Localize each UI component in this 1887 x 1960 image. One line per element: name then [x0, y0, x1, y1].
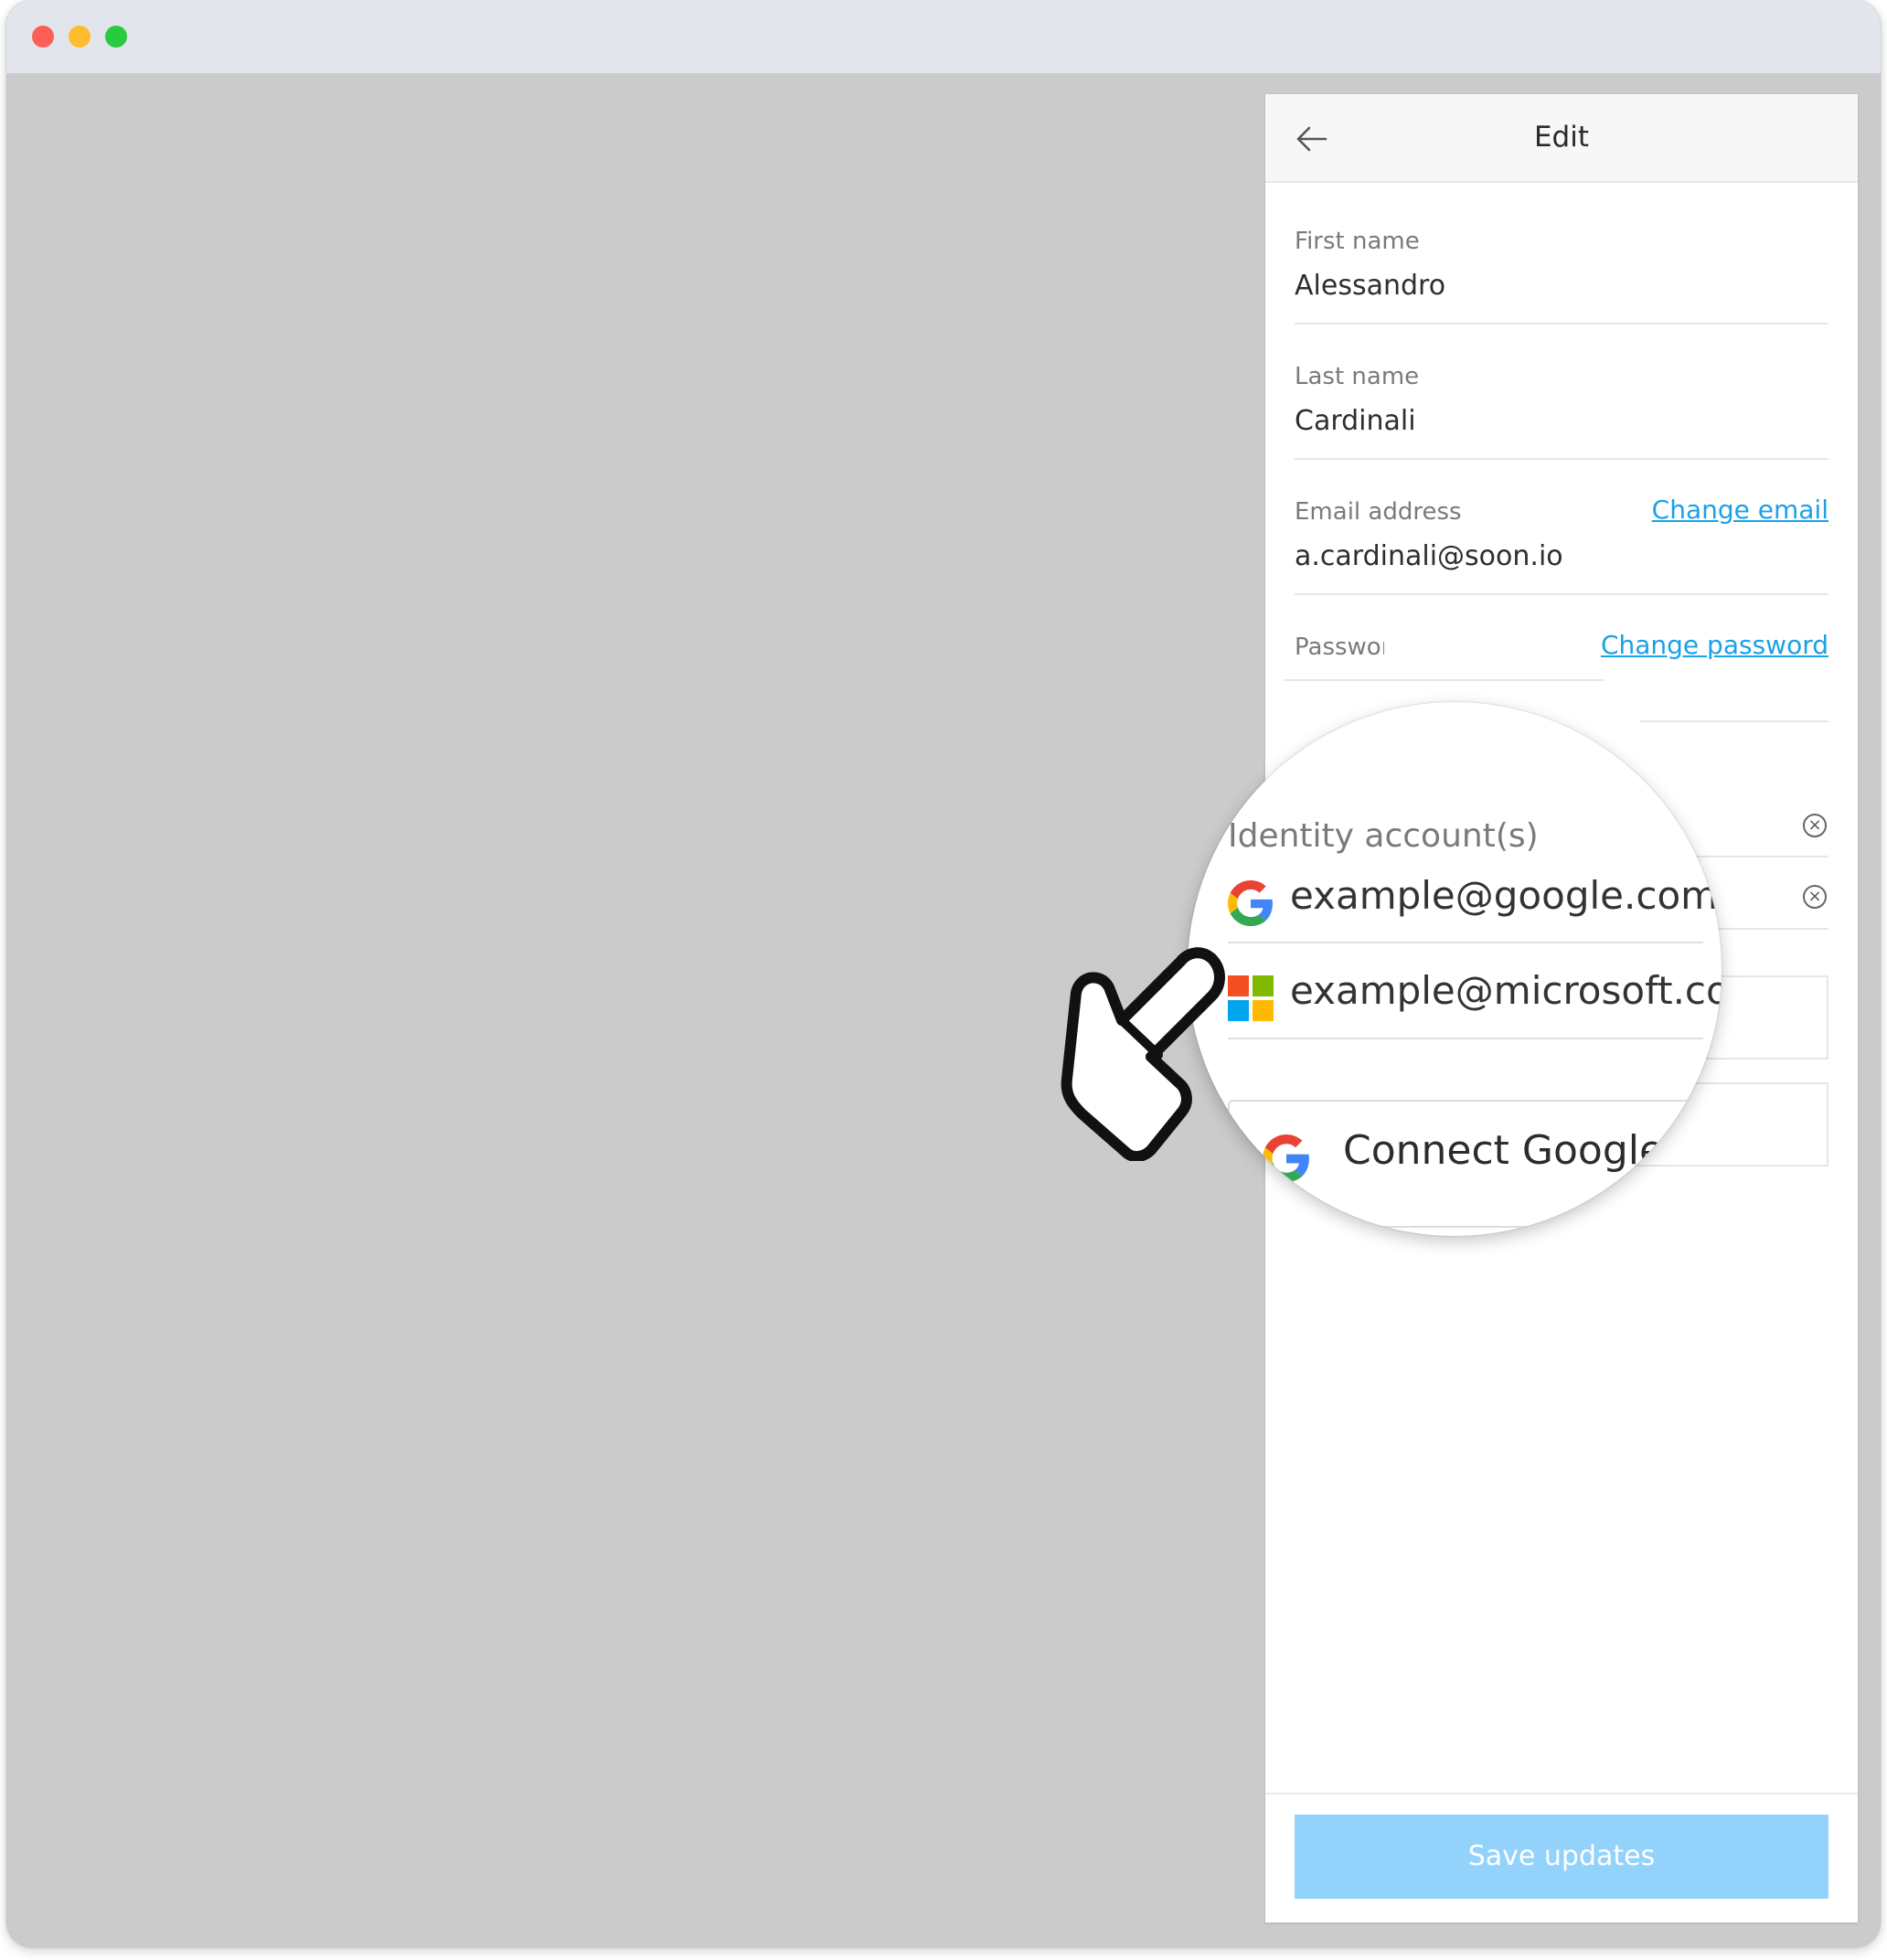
first-name-field[interactable]: First name Alessandro	[1295, 222, 1828, 325]
password-divider	[1284, 679, 1604, 681]
remove-google-account-button[interactable]: ×	[1803, 814, 1827, 837]
password-label: Password	[1295, 634, 1384, 661]
change-email-link[interactable]: Change email	[1652, 495, 1828, 525]
panel-footer: Save updates	[1265, 1793, 1858, 1923]
last-name-label: Last name	[1295, 363, 1420, 390]
microsoft-account-email: example@microsoft.com	[1290, 968, 1722, 1013]
email-label: Email address	[1295, 498, 1462, 526]
connect-google-label: Connect Google	[1343, 1127, 1665, 1174]
last-name-value[interactable]: Cardinali	[1295, 405, 1416, 437]
minimize-window-button[interactable]	[69, 26, 91, 48]
google-row-divider	[1228, 942, 1703, 943]
pointing-hand-icon	[1061, 947, 1225, 1161]
title-bar	[6, 0, 1881, 73]
app-window: Edit First name Alessandro Last name Car…	[6, 0, 1881, 1947]
connect-google-button[interactable]: Connect Google	[1228, 1100, 1722, 1228]
first-name-label: First name	[1295, 228, 1420, 255]
maximize-window-button[interactable]	[105, 26, 127, 48]
password-label-clip: Password	[1295, 628, 1384, 665]
save-updates-button[interactable]: Save updates	[1295, 1815, 1828, 1899]
password-divider-right	[1640, 720, 1828, 722]
remove-microsoft-account-button[interactable]: ×	[1803, 885, 1827, 909]
email-value: a.cardinali@soon.io	[1295, 540, 1563, 572]
last-name-field[interactable]: Last name Cardinali	[1295, 357, 1828, 460]
close-window-button[interactable]	[32, 26, 54, 48]
google-icon	[1263, 1134, 1309, 1182]
panel-title: Edit	[1533, 121, 1590, 154]
email-field: Email address Change email a.cardinali@s…	[1295, 493, 1828, 595]
backdrop: Edit First name Alessandro Last name Car…	[6, 73, 1881, 1947]
identity-accounts-label: Identity account(s)	[1228, 817, 1539, 855]
google-icon	[1228, 880, 1273, 926]
google-account-email: example@google.com	[1290, 873, 1719, 918]
microsoft-icon	[1228, 975, 1274, 1021]
first-name-value[interactable]: Alessandro	[1295, 270, 1445, 302]
zoom-lens: Identity account(s) example@google.com e…	[1188, 702, 1722, 1236]
change-password-link[interactable]: Change password	[1601, 630, 1828, 660]
panel-header: Edit	[1265, 94, 1858, 183]
microsoft-row-divider	[1228, 1038, 1703, 1039]
